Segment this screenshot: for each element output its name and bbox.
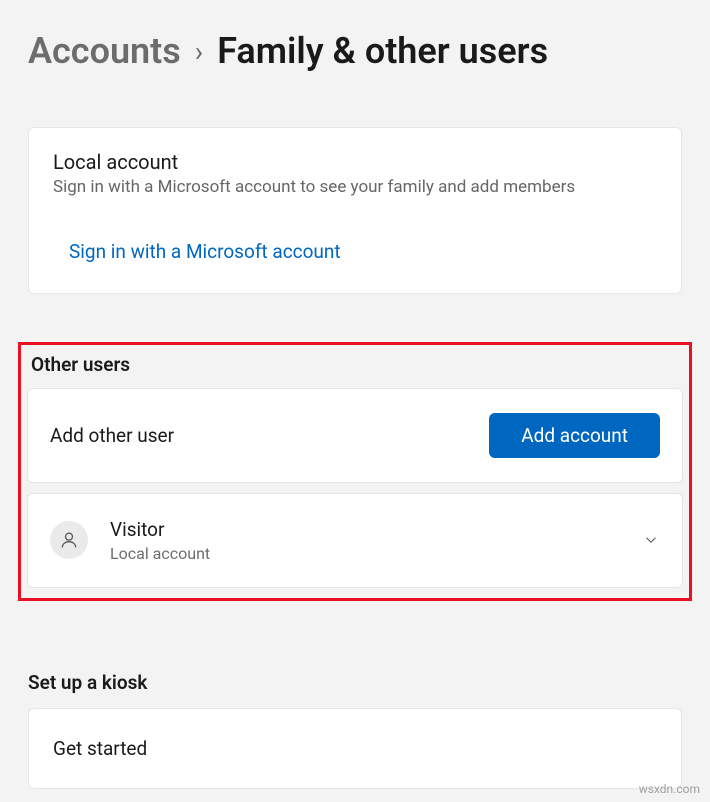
- local-account-title: Local account: [53, 150, 657, 174]
- add-other-user-label: Add other user: [50, 424, 174, 447]
- local-account-card: Local account Sign in with a Microsoft a…: [28, 127, 682, 294]
- other-users-heading: Other users: [27, 345, 683, 388]
- add-other-user-card: Add other user Add account: [27, 388, 683, 483]
- kiosk-action-label: Get started: [53, 737, 147, 760]
- sign-in-link[interactable]: Sign in with a Microsoft account: [69, 240, 341, 263]
- kiosk-section: Set up a kiosk Get started: [0, 671, 710, 789]
- person-icon: [59, 530, 79, 550]
- user-name: Visitor: [110, 518, 642, 542]
- user-row-visitor[interactable]: Visitor Local account: [27, 493, 683, 588]
- user-type: Local account: [110, 544, 642, 563]
- watermark: wsxdn.com: [639, 782, 700, 796]
- breadcrumb-parent[interactable]: Accounts: [28, 30, 181, 72]
- other-users-highlight: Other users Add other user Add account V…: [18, 342, 692, 601]
- page-title: Family & other users: [217, 30, 548, 72]
- avatar: [50, 521, 88, 559]
- chevron-down-icon[interactable]: [642, 531, 660, 549]
- kiosk-heading: Set up a kiosk: [28, 671, 682, 694]
- local-account-description: Sign in with a Microsoft account to see …: [53, 176, 657, 200]
- breadcrumb: Accounts › Family & other users: [0, 0, 710, 72]
- chevron-right-icon: ›: [195, 35, 203, 68]
- kiosk-get-started-card[interactable]: Get started: [28, 708, 682, 789]
- add-account-button[interactable]: Add account: [489, 413, 660, 458]
- user-info: Visitor Local account: [110, 518, 642, 563]
